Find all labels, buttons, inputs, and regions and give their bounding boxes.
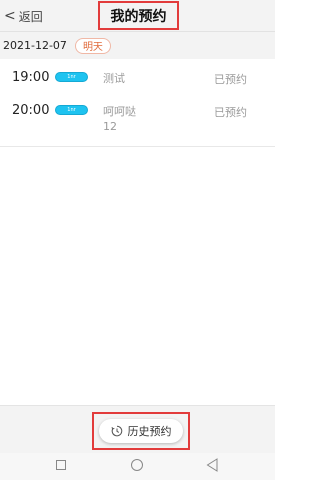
reservation-desc-line: 呵呵哒 bbox=[103, 105, 136, 118]
reservation-time: 19:00 bbox=[12, 70, 50, 85]
top-bar: < 返回 我的预约 bbox=[0, 0, 275, 32]
chevron-left-icon: < bbox=[4, 8, 16, 24]
system-nav-bar bbox=[0, 453, 275, 480]
circle-icon[interactable] bbox=[131, 459, 143, 471]
reservation-row[interactable]: 19:00 1nr 测试 已预约 bbox=[0, 68, 275, 90]
reservation-list: 19:00 1nr 测试 已预约 20:00 1nr 呵呵哒 12 已预约 bbox=[0, 59, 275, 147]
date-text: 2021-12-07 bbox=[3, 39, 67, 52]
reservation-time: 20:00 bbox=[12, 103, 50, 118]
history-label: 历史预约 bbox=[127, 425, 172, 438]
back-button[interactable]: < 返回 bbox=[4, 7, 43, 25]
tag-label: 1nr bbox=[67, 73, 76, 80]
reservation-desc-line: 测试 bbox=[103, 72, 125, 85]
day-badge: 明天 bbox=[74, 37, 111, 54]
reservation-desc: 呵呵哒 12 bbox=[103, 104, 136, 134]
reservation-desc: 测试 bbox=[103, 71, 125, 86]
history-highlight: 历史预约 bbox=[92, 412, 190, 450]
reservation-row[interactable]: 20:00 1nr 呵呵哒 12 已预约 bbox=[0, 101, 275, 137]
history-button[interactable]: 历史预约 bbox=[99, 419, 183, 443]
reservation-status: 已预约 bbox=[214, 73, 247, 86]
date-header: 2021-12-07 明天 bbox=[0, 32, 275, 59]
tag-label: 1nr bbox=[67, 106, 76, 113]
reservation-status: 已预约 bbox=[214, 106, 247, 119]
page-title: 我的预约 bbox=[98, 1, 179, 30]
footer-bar: 历史预约 bbox=[0, 405, 275, 453]
square-icon[interactable] bbox=[56, 460, 66, 470]
tag-badge: 1nr bbox=[55, 105, 88, 115]
clock-icon bbox=[111, 425, 122, 437]
reservation-desc-line-2: 12 bbox=[103, 120, 117, 133]
back-label: 返回 bbox=[18, 9, 43, 24]
tag-badge: 1nr bbox=[55, 72, 88, 82]
triangle-back-icon[interactable] bbox=[206, 458, 218, 472]
